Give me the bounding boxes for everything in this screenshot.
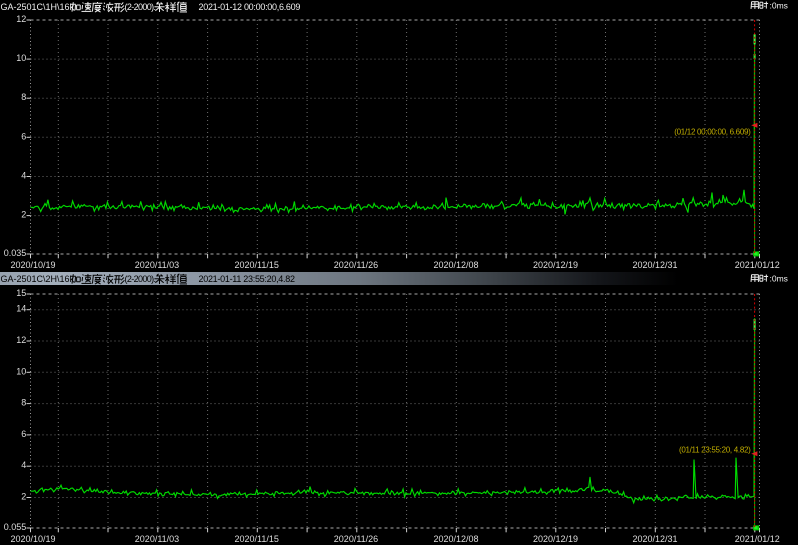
svg-text:2: 2 bbox=[21, 492, 26, 502]
svg-text:2020/12/19: 2020/12/19 bbox=[533, 534, 578, 544]
svg-text:2020/11/26: 2020/11/26 bbox=[334, 260, 378, 270]
svg-text:12: 12 bbox=[16, 14, 26, 24]
svg-text:4: 4 bbox=[21, 171, 26, 181]
svg-text:2021/01/12: 2021/01/12 bbox=[735, 260, 780, 270]
svg-text::0ms: :0ms bbox=[770, 1, 788, 11]
svg-text:2021/01/12: 2021/01/12 bbox=[735, 534, 780, 544]
svg-text:2020/11/03: 2020/11/03 bbox=[135, 534, 179, 544]
svg-text::0ms: :0ms bbox=[770, 274, 788, 284]
svg-text:2021-01-11 23:55:20,4.82: 2021-01-11 23:55:20,4.82 bbox=[199, 274, 295, 284]
svg-text:(01/12 00:00:00, 6.609): (01/12 00:00:00, 6.609) bbox=[674, 127, 751, 136]
svg-text:4: 4 bbox=[21, 460, 26, 470]
svg-text:2020/12/19: 2020/12/19 bbox=[533, 260, 578, 270]
svg-text:0.035: 0.035 bbox=[4, 248, 27, 258]
svg-text:2020/11/15: 2020/11/15 bbox=[235, 534, 279, 544]
svg-text:2020/12/08: 2020/12/08 bbox=[433, 534, 478, 544]
svg-text:2020/11/26: 2020/11/26 bbox=[334, 534, 378, 544]
svg-text:GA-2501C\2H\16k: GA-2501C\2H\16k bbox=[1, 274, 75, 284]
svg-text:(01/11 23:55:20, 4.82): (01/11 23:55:20, 4.82) bbox=[679, 446, 751, 455]
svg-text:(2-2000).: (2-2000). bbox=[125, 274, 156, 284]
svg-text:6: 6 bbox=[21, 429, 26, 439]
svg-text:2020/11/03: 2020/11/03 bbox=[135, 260, 179, 270]
svg-text:2020/12/08: 2020/12/08 bbox=[433, 260, 478, 270]
svg-text:8: 8 bbox=[21, 398, 26, 408]
svg-text:GA-2501C\1H\16k: GA-2501C\1H\16k bbox=[1, 2, 75, 12]
svg-text:2: 2 bbox=[21, 210, 26, 220]
svg-text:2021-01-12 00:00:00,6.609: 2021-01-12 00:00:00,6.609 bbox=[199, 2, 301, 12]
svg-text:2020/12/31: 2020/12/31 bbox=[632, 260, 677, 270]
svg-text:8: 8 bbox=[21, 92, 26, 102]
svg-text:2020/10/19: 2020/10/19 bbox=[10, 260, 55, 270]
svg-text:6: 6 bbox=[21, 131, 26, 141]
svg-text:10: 10 bbox=[16, 366, 26, 376]
svg-text:10: 10 bbox=[16, 53, 26, 63]
svg-text:12: 12 bbox=[16, 335, 26, 345]
svg-text:(2-2000).: (2-2000). bbox=[125, 2, 156, 12]
svg-text:0.055: 0.055 bbox=[4, 522, 27, 532]
svg-text:2020/11/15: 2020/11/15 bbox=[235, 260, 279, 270]
svg-text:2020/10/19: 2020/10/19 bbox=[10, 534, 55, 544]
svg-text:15: 15 bbox=[16, 288, 26, 298]
svg-text:2020/12/31: 2020/12/31 bbox=[632, 534, 677, 544]
svg-text:14: 14 bbox=[16, 304, 26, 314]
